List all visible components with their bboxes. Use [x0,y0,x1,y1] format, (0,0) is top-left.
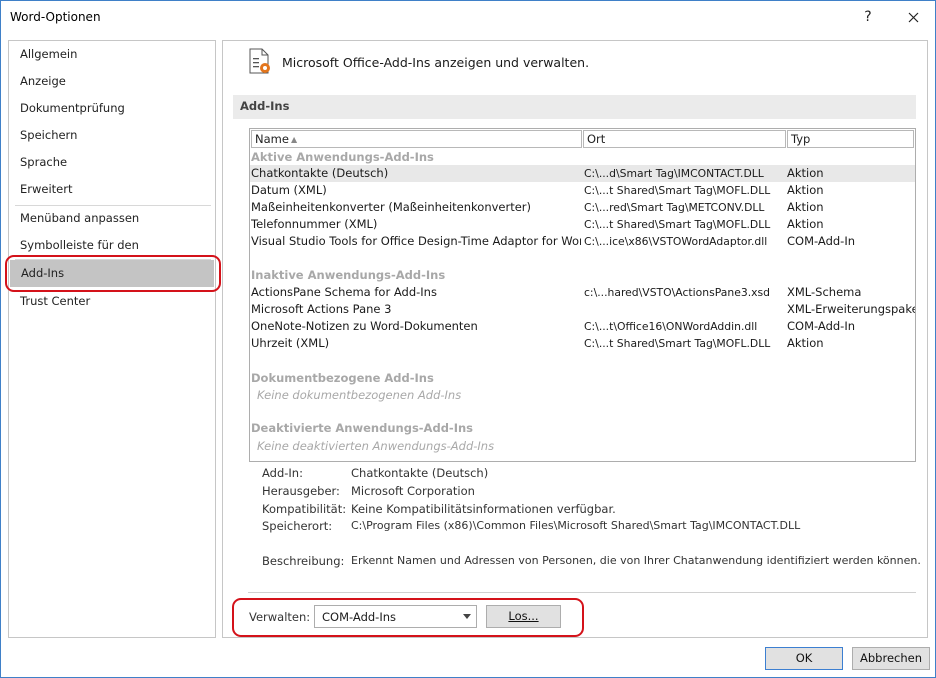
table-row[interactable]: Datum (XML) C:\...t Shared\Smart Tag\MOF… [250,182,915,199]
detail-compat-label: Kompatibilität: [262,502,347,516]
empty-document-addins: Keine dokumentbezogenen Add-Ins [257,388,462,402]
cell-typ: XML-Erweiterungspaket [787,302,915,316]
close-button[interactable] [900,6,926,28]
sort-ascending-icon: ▲ [290,135,298,144]
detail-desc-value: Erkennt Namen und Adressen von Personen,… [351,554,921,567]
section-title: Add-Ins [240,99,290,113]
column-header-name[interactable]: Name ▲ [251,130,582,148]
group-header-disabled: Deaktivierte Anwendungs-Add-Ins [251,421,474,435]
cell-name: Uhrzeit (XML) [251,336,330,350]
sidebar-item-dokumentpruefung[interactable]: Dokumentprüfung [9,95,215,122]
addins-icon [249,48,270,74]
table-row[interactable]: Maßeinheitenkonverter (Maßeinheitenkonve… [250,199,915,216]
cell-ort: c:\...hared\VSTO\ActionsPane3.xsd [584,286,771,299]
cell-name: Maßeinheitenkonverter (Maßeinheitenkonve… [251,200,532,214]
cell-name: Chatkontakte (Deutsch) [251,166,389,180]
close-icon [908,12,918,23]
group-header-active: Aktive Anwendungs-Add-Ins [251,150,434,164]
table-row[interactable]: Uhrzeit (XML) C:\...t Shared\Smart Tag\M… [250,335,915,352]
detail-location-value: C:\Program Files (x86)\Common Files\Micr… [351,519,801,532]
group-header-inactive: Inaktive Anwendungs-Add-Ins [251,268,446,282]
column-header-typ[interactable]: Typ [787,130,914,148]
cell-name: ActionsPane Schema for Add-Ins [251,285,437,299]
sidebar-item-erweitert[interactable]: Erweitert [9,176,215,203]
table-row[interactable]: ActionsPane Schema for Add-Ins c:\...har… [250,284,915,301]
detail-desc-label: Beschreibung: [262,554,345,568]
page-header: Microsoft Office-Add-Ins anzeigen und ve… [282,55,590,70]
cell-name: OneNote-Notizen zu Word-Dokumenten [251,319,478,333]
column-header-ort[interactable]: Ort [583,130,786,148]
cell-ort: C:\...ice\x86\VSTOWordAdaptor.dll [584,235,768,248]
detail-compat-value: Keine Kompatibilitätsinformationen verfü… [351,502,616,516]
detail-addin-label: Add-In: [262,466,303,480]
cell-typ: Aktion [787,200,824,214]
ok-button[interactable]: OK [765,647,843,670]
cell-name: Telefonnummer (XML) [251,217,378,231]
window-title: Word-Optionen [10,10,101,24]
divider [248,592,916,593]
cell-name: Microsoft Actions Pane 3 [251,302,392,316]
section-header: Add-Ins [233,95,916,119]
title-bar: Word-Optionen ? [1,1,935,33]
cell-typ: XML-Schema [787,285,862,299]
cell-typ: COM-Add-In [787,319,855,333]
sidebar-item-trust-center[interactable]: Trust Center [9,288,215,315]
cell-ort: C:\...red\Smart Tag\METCONV.DLL [584,201,765,214]
cell-typ: COM-Add-In [787,234,855,248]
detail-location-label: Speicherort: [262,519,333,533]
table-row[interactable]: Telefonnummer (XML) C:\...t Shared\Smart… [250,216,915,233]
word-options-dialog: Word-Optionen ? Allgemein Anzeige Dokume… [0,0,936,678]
cell-ort: C:\...t Shared\Smart Tag\MOFL.DLL [584,184,771,197]
table-row[interactable]: Microsoft Actions Pane 3 XML-Erweiterung… [250,301,915,318]
table-row[interactable]: Visual Studio Tools for Office Design-Ti… [250,233,915,250]
sidebar-item-allgemein[interactable]: Allgemein [9,41,215,68]
cell-name: Datum (XML) [251,183,327,197]
cell-typ: Aktion [787,166,824,180]
cell-ort: C:\...t Shared\Smart Tag\MOFL.DLL [584,337,771,350]
detail-addin-value: Chatkontakte (Deutsch) [351,466,489,480]
group-header-document: Dokumentbezogene Add-Ins [251,371,434,385]
highlight-annotation [5,255,221,292]
cell-ort: C:\...t\Office16\ONWordAddin.dll [584,320,758,333]
sidebar-item-anzeige[interactable]: Anzeige [9,68,215,95]
detail-publisher-label: Herausgeber: [262,484,340,498]
cell-typ: Aktion [787,217,824,231]
cell-typ: Aktion [787,336,824,350]
highlight-annotation [232,598,584,637]
cell-ort: C:\...d\Smart Tag\IMCONTACT.DLL [584,167,764,180]
addins-table[interactable]: Name ▲ Ort Typ Aktive Anwendungs-Add-Ins … [249,128,916,462]
sidebar-item-speichern[interactable]: Speichern [9,122,215,149]
table-row[interactable]: OneNote-Notizen zu Word-Dokumenten C:\..… [250,318,915,335]
cancel-button[interactable]: Abbrechen [852,647,930,670]
help-button[interactable]: ? [857,6,879,28]
cell-name: Visual Studio Tools for Office Design-Ti… [251,234,581,248]
cell-ort: C:\...t Shared\Smart Tag\MOFL.DLL [584,218,771,231]
table-row[interactable]: Chatkontakte (Deutsch) C:\...d\Smart Tag… [250,165,915,182]
sidebar-item-menueband[interactable]: Menüband anpassen [9,205,215,232]
column-header-name-label: Name [255,132,289,146]
sidebar: Allgemein Anzeige Dokumentprüfung Speich… [8,40,216,638]
empty-disabled-addins: Keine deaktivierten Anwendungs-Add-Ins [257,439,495,453]
cell-typ: Aktion [787,183,824,197]
detail-publisher-value: Microsoft Corporation [351,484,475,498]
sidebar-item-sprache[interactable]: Sprache [9,149,215,176]
